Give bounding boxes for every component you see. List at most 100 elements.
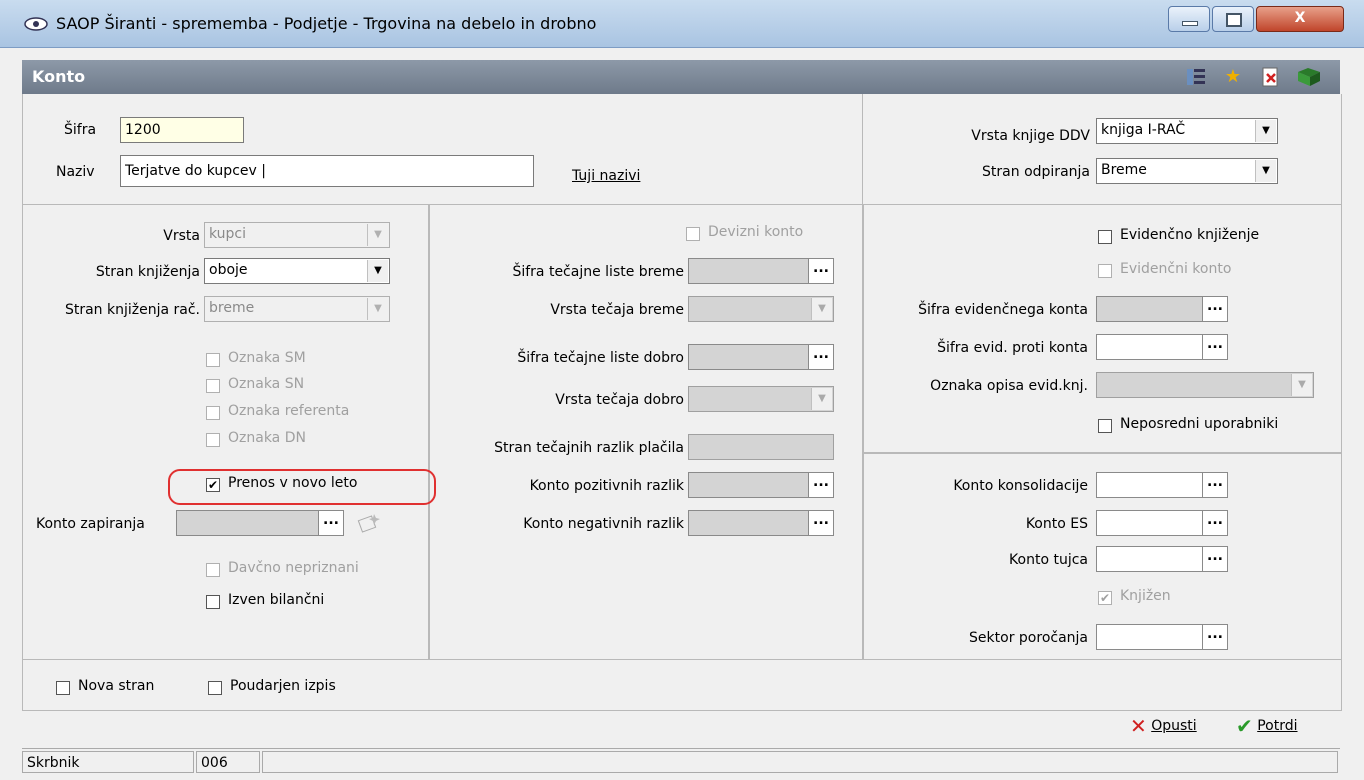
konto-neg-label: Konto negativnih razlik [523, 516, 684, 532]
konto-konsolidacije-lookup[interactable]: ... [1096, 472, 1228, 498]
opusti-button[interactable]: ✕ Opusti [1130, 714, 1197, 738]
chevron-down-icon: ▼ [367, 224, 388, 246]
ellipsis-icon[interactable]: ... [1202, 511, 1227, 535]
konto-konsolidacije-label: Konto konsolidacije [953, 478, 1088, 494]
sifra-evid-proti-label: Šifra evid. proti konta [937, 340, 1088, 356]
konto-tujca-lookup[interactable]: ... [1096, 546, 1228, 572]
sifra-evid-konta-lookup[interactable]: ... [1096, 296, 1228, 322]
oznaka-referenta-label: Oznaka referenta [228, 403, 350, 419]
potrdi-label: Potrdi [1257, 718, 1298, 734]
oznaka-sn-label: Oznaka SN [228, 376, 305, 392]
ellipsis-icon[interactable]: ... [1202, 297, 1227, 321]
chevron-down-icon: ▼ [811, 298, 832, 320]
naziv-label: Naziv [56, 164, 95, 180]
status-skrbnik-label: Skrbnik [22, 751, 194, 773]
checkmark-icon: ✔ [206, 478, 220, 492]
prenos-label: Prenos v novo leto [228, 475, 358, 491]
ellipsis-icon[interactable]: ... [1202, 335, 1227, 359]
knjizen-label: Knjižen [1120, 588, 1171, 604]
checkmark-icon: ✔ [1098, 591, 1112, 605]
chevron-down-icon: ▼ [1291, 374, 1312, 396]
konto-neg-lookup[interactable]: ... [688, 510, 834, 536]
ellipsis-icon[interactable]: ... [1202, 625, 1227, 649]
vrsta-tec-dobro-label: Vrsta tečaja dobro [555, 392, 684, 408]
sifra-tec-breme-lookup[interactable]: ... [688, 258, 834, 284]
neposredni-label: Neposredni uporabniki [1120, 416, 1279, 432]
sifra-tec-dobro-lookup[interactable]: ... [688, 344, 834, 370]
delete-icon[interactable] [1260, 66, 1282, 88]
konto-poz-lookup[interactable]: ... [688, 472, 834, 498]
izven-bilancni-label: Izven bilančni [228, 592, 325, 608]
devizni-konto-label: Devizni konto [708, 224, 804, 240]
properties-icon[interactable] [1185, 66, 1207, 88]
nova-stran-label: Nova stran [78, 678, 155, 694]
potrdi-button[interactable]: ✔ Potrdi [1236, 714, 1298, 738]
minimize-icon [1182, 21, 1198, 26]
konto-zapiranja-lookup[interactable]: ... [176, 510, 344, 536]
konto-tujca-label: Konto tujca [1009, 552, 1088, 568]
konto-header: Konto ★ [22, 60, 1340, 94]
ellipsis-icon[interactable]: ... [808, 259, 833, 283]
vrsta-tec-breme-select[interactable]: ▼ [688, 296, 834, 322]
vrsta-value: kupci [209, 226, 247, 242]
status-empty-cell [262, 751, 1338, 773]
maximize-icon [1226, 13, 1242, 27]
chevron-down-icon: ▼ [1255, 120, 1276, 142]
vrsta-knjige-ddv-value: knjiga I-RAČ [1101, 122, 1186, 138]
maximize-button[interactable] [1212, 6, 1254, 32]
stran-odpiranja-value: Breme [1101, 162, 1147, 178]
sektor-lookup[interactable]: ... [1096, 624, 1228, 650]
favorite-star-icon[interactable]: ★ [1222, 66, 1244, 88]
evid-knjizenje-label: Evidenčno knjiženje [1120, 227, 1260, 243]
cancel-x-icon: ✕ [1130, 714, 1147, 738]
ellipsis-icon[interactable]: ... [1202, 547, 1227, 571]
close-icon: X [1294, 10, 1306, 26]
konto-zapiranja-label: Konto zapiranja [36, 516, 145, 532]
oznaka-opisa-select[interactable]: ▼ [1096, 372, 1314, 398]
oznaka-dn-label: Oznaka DN [228, 430, 306, 446]
window-titlebar: SAOP Širanti - sprememba - Podjetje - Tr… [0, 0, 1364, 48]
sifra-input[interactable] [120, 117, 244, 143]
stran-odpiranja-label: Stran odpiranja [982, 164, 1090, 180]
evid-konto-label: Evidenčni konto [1120, 261, 1232, 277]
stran-knjizenja-value: oboje [209, 262, 248, 278]
stran-tec-razlik-field[interactable] [688, 434, 834, 460]
stran-knjizenja-rac-select[interactable]: breme ▼ [204, 296, 390, 322]
vrsta-tec-breme-label: Vrsta tečaja breme [550, 302, 684, 318]
konto-poz-label: Konto pozitivnih razlik [529, 478, 684, 494]
konto-es-lookup[interactable]: ... [1096, 510, 1228, 536]
opusti-label: Opusti [1151, 718, 1197, 734]
close-button[interactable]: X [1256, 6, 1344, 32]
status-skrbnik-value: 006 [196, 751, 260, 773]
chevron-down-icon: ▼ [367, 260, 388, 282]
top-left-frame [22, 94, 863, 205]
minimize-button[interactable] [1168, 6, 1210, 32]
sifra-evid-proti-lookup[interactable]: ... [1096, 334, 1228, 360]
new-document-icon[interactable] [356, 510, 382, 536]
vrsta-select[interactable]: kupci ▼ [204, 222, 390, 248]
tuji-nazivi-link[interactable]: Tuji nazivi [572, 168, 640, 184]
top-right-frame [862, 94, 1342, 205]
ellipsis-icon[interactable]: ... [808, 473, 833, 497]
vrsta-knjige-ddv-label: Vrsta knjige DDV [971, 128, 1090, 144]
naziv-input[interactable] [120, 155, 534, 187]
stran-odpiranja-select[interactable]: Breme ▼ [1096, 158, 1278, 184]
vrsta-knjige-ddv-select[interactable]: knjiga I-RAČ ▼ [1096, 118, 1278, 144]
chevron-down-icon: ▼ [811, 388, 832, 410]
ellipsis-icon[interactable]: ... [318, 511, 343, 535]
app-eye-icon [24, 17, 48, 31]
vrsta-label: Vrsta [163, 228, 200, 244]
vrsta-tec-dobro-select[interactable]: ▼ [688, 386, 834, 412]
sifra-tec-dobro-label: Šifra tečajne liste dobro [517, 350, 684, 366]
ellipsis-icon[interactable]: ... [808, 345, 833, 369]
konto-header-label: Konto [32, 67, 86, 86]
stran-knjizenja-select[interactable]: oboje ▼ [204, 258, 390, 284]
sifra-label: Šifra [64, 122, 97, 138]
confirm-check-icon: ✔ [1236, 714, 1253, 738]
konto-es-label: Konto ES [1025, 516, 1088, 532]
book-icon[interactable] [1296, 66, 1320, 88]
sektor-label: Sektor poročanja [969, 630, 1088, 646]
ellipsis-icon[interactable]: ... [1202, 473, 1227, 497]
stran-knjizenja-rac-label: Stran knjiženja rač. [64, 302, 200, 318]
ellipsis-icon[interactable]: ... [808, 511, 833, 535]
